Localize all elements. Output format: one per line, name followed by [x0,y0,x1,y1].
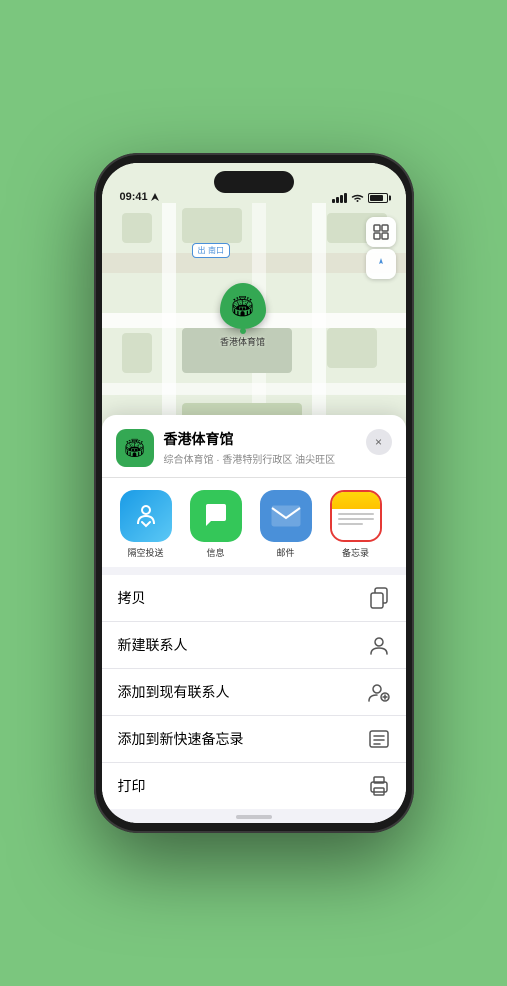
apps-row: 隔空投送 信息 邮件 [116,490,392,559]
add-existing-icon [368,681,390,703]
status-icons [332,193,388,203]
quick-note-icon [368,728,390,750]
time-label: 09:41 [120,191,148,203]
venue-name: 香港体育馆 [164,429,392,449]
messages-icon [190,490,242,542]
notes-icon-wrapper [330,490,382,542]
airdrop-icon [120,490,172,542]
location-button[interactable] [366,249,396,279]
copy-icon [368,587,390,609]
marker-label: 香港体育馆 [220,335,265,348]
action-copy[interactable]: 拷贝 [102,575,406,622]
action-add-existing-label: 添加到现有联系人 [118,682,230,702]
messages-label: 信息 [206,546,224,559]
share-sheet: 🏟 香港体育馆 综合体育馆 · 香港特别行政区 油尖旺区 × [102,415,406,823]
map-view-button[interactable] [366,217,396,247]
app-notes[interactable]: 备忘录 [326,490,386,559]
phone-frame: 09:41 [94,153,414,833]
map-location-label: 出 南口 [192,243,231,258]
marker-pin: 🏟 [220,283,266,329]
dynamic-island [214,171,294,193]
app-airdrop[interactable]: 隔空投送 [116,490,176,559]
close-button[interactable]: × [366,429,392,455]
mail-icon [260,490,312,542]
battery-icon [368,193,388,203]
venue-emoji: 🏟 [123,438,146,459]
print-icon [368,775,390,797]
action-list: 拷贝 新建联系人 添加到现有联系人 [102,575,406,809]
signal-icon [332,193,347,203]
new-contact-icon [368,634,390,656]
airdrop-label: 隔空投送 [127,546,163,559]
venue-marker: 🏟 香港体育馆 [220,283,266,348]
location-arrow-icon [150,192,160,202]
venue-icon: 🏟 [116,429,154,467]
wifi-icon [351,193,364,203]
venue-subtitle: 综合体育馆 · 香港特别行政区 油尖旺区 [164,451,392,466]
stadium-icon: 🏟 [230,294,255,319]
handle-bar [236,815,272,819]
action-new-contact-label: 新建联系人 [118,635,188,655]
venue-card: 🏟 香港体育馆 综合体育馆 · 香港特别行政区 油尖旺区 × [102,415,406,477]
action-print[interactable]: 打印 [102,763,406,809]
phone-screen: 09:41 [102,163,406,823]
action-add-existing[interactable]: 添加到现有联系人 [102,669,406,716]
status-time: 09:41 [120,191,160,203]
apps-row-container: 隔空投送 信息 邮件 [102,477,406,567]
venue-info: 香港体育馆 综合体育馆 · 香港特别行政区 油尖旺区 [164,429,392,466]
bottom-handle [102,809,406,823]
notes-label: 备忘录 [342,546,369,559]
app-messages[interactable]: 信息 [186,490,246,559]
action-quick-note-label: 添加到新快速备忘录 [118,729,244,749]
app-mail[interactable]: 邮件 [256,490,316,559]
action-quick-note[interactable]: 添加到新快速备忘录 [102,716,406,763]
action-new-contact[interactable]: 新建联系人 [102,622,406,669]
action-copy-label: 拷贝 [118,588,146,608]
mail-label: 邮件 [276,546,294,559]
map-controls [366,217,396,279]
action-print-label: 打印 [118,776,146,796]
